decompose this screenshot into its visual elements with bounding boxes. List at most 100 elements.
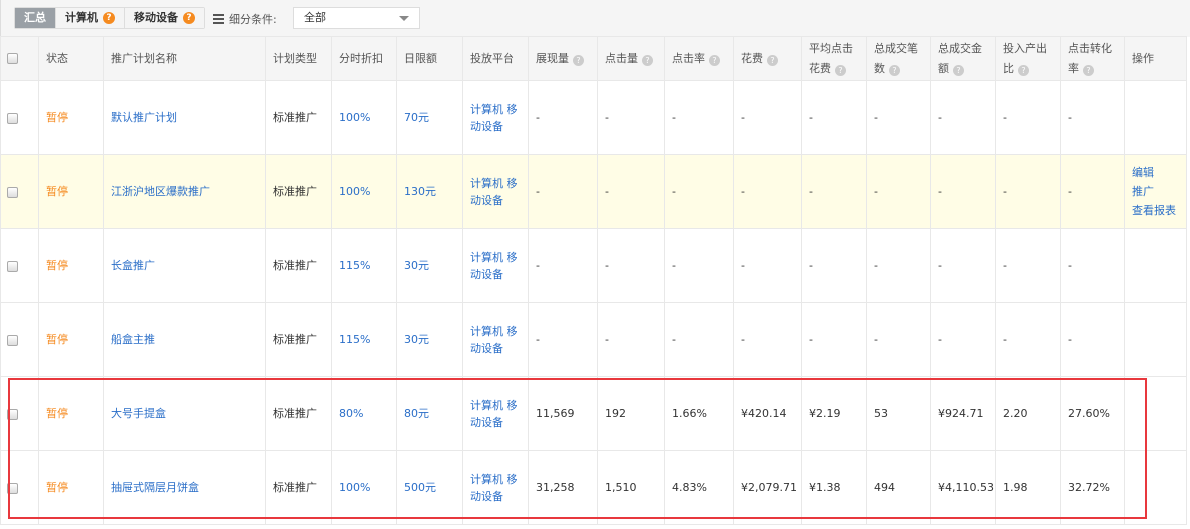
help-icon[interactable]: ? <box>573 54 584 66</box>
row-checkbox[interactable] <box>7 186 18 198</box>
help-icon[interactable]: ? <box>642 54 653 66</box>
select-all-cell <box>0 36 39 81</box>
row-checkbox-cell <box>0 376 39 451</box>
status-value[interactable]: 暂停 <box>46 111 68 124</box>
table-row[interactable]: 暂停 抽屉式隔层月饼盒 标准推广 100% 500元 计算机 移动设备 31,258 1,51… <box>0 450 1187 525</box>
cell-budget: 130元 <box>396 154 463 229</box>
cell-cpc: - <box>801 154 867 229</box>
promote-link[interactable]: 推广 <box>1132 182 1186 201</box>
column-header-type: 计划类型 <box>265 36 332 81</box>
gmv-value: ¥4,110.53 <box>938 481 994 494</box>
discount-value[interactable]: 100% <box>339 111 370 124</box>
name-value[interactable]: 抽屉式隔层月饼盒 <box>111 481 199 494</box>
filter-select-value: 全部 <box>304 11 326 24</box>
row-checkbox[interactable] <box>7 260 18 272</box>
status-value[interactable]: 暂停 <box>46 333 68 346</box>
column-header-label: 计划类型 <box>273 51 317 65</box>
budget-value[interactable]: 30元 <box>404 333 429 346</box>
view-report-link[interactable]: 查看报表 <box>1132 201 1186 220</box>
platform-value: 计算机 移动设备 <box>470 250 518 281</box>
cell-roi: - <box>995 154 1061 229</box>
discount-value[interactable]: 100% <box>339 185 370 198</box>
discount-value[interactable]: 80% <box>339 407 363 420</box>
roi-value: 2.20 <box>1003 407 1028 420</box>
type-value: 标准推广 <box>273 185 317 198</box>
column-header-orders: 总成交笔数? <box>866 36 931 81</box>
orders-value: 53 <box>874 407 888 420</box>
help-icon[interactable]: ? <box>1018 64 1029 76</box>
cell-impressions: 31,258 <box>528 450 598 525</box>
cell-discount: 100% <box>331 154 397 229</box>
cell-status: 暂停 <box>38 376 104 451</box>
tab-summary[interactable]: 汇总 <box>15 8 56 28</box>
cell-discount: 100% <box>331 450 397 525</box>
name-value[interactable]: 江浙沪地区爆款推广 <box>111 185 210 198</box>
cell-type: 标准推广 <box>265 450 332 525</box>
help-icon[interactable]: ? <box>889 64 900 76</box>
column-header-cpc: 平均点击花费? <box>801 36 867 81</box>
table-row[interactable]: 暂停 默认推广计划 标准推广 100% 70元 计算机 移动设备 - - - - - - - - - <box>0 80 1187 155</box>
tab-mobile[interactable]: 移动设备? <box>125 8 204 28</box>
budget-value[interactable]: 30元 <box>404 259 429 272</box>
name-value[interactable]: 大号手提盒 <box>111 407 166 420</box>
column-header-discount: 分时折扣 <box>331 36 397 81</box>
help-icon[interactable]: ? <box>953 64 964 76</box>
cell-cpc: ¥1.38 <box>801 450 867 525</box>
column-header-platform: 投放平台 <box>462 36 529 81</box>
discount-value[interactable]: 100% <box>339 481 370 494</box>
cell-platform: 计算机 移动设备 <box>462 228 529 303</box>
cell-roi: - <box>995 302 1061 377</box>
table-row[interactable]: 暂停 江浙沪地区爆款推广 标准推广 100% 130元 计算机 移动设备 - - - - - - - - -… <box>0 154 1187 229</box>
column-header-name: 推广计划名称 <box>103 36 266 81</box>
status-value[interactable]: 暂停 <box>46 407 68 420</box>
help-icon[interactable]: ? <box>1083 64 1094 76</box>
cell-ctr: - <box>664 302 734 377</box>
cell-budget: 80元 <box>396 376 463 451</box>
orders-value: - <box>874 111 878 124</box>
platform-value: 计算机 移动设备 <box>470 472 518 503</box>
budget-value[interactable]: 500元 <box>404 481 436 494</box>
table-row[interactable]: 暂停 船盒主推 标准推广 115% 30元 计算机 移动设备 - - - - - - - - - <box>0 302 1187 377</box>
cvr-value: - <box>1068 259 1072 272</box>
status-value[interactable]: 暂停 <box>46 481 68 494</box>
tab-computer[interactable]: 计算机? <box>56 8 125 28</box>
row-checkbox[interactable] <box>7 482 18 494</box>
cell-orders: - <box>866 228 931 303</box>
impressions-value: - <box>536 259 540 272</box>
budget-value[interactable]: 70元 <box>404 111 429 124</box>
row-checkbox[interactable] <box>7 334 18 346</box>
help-icon[interactable]: ? <box>183 12 195 24</box>
budget-value[interactable]: 130元 <box>404 185 436 198</box>
ctr-value: - <box>672 259 676 272</box>
table-row[interactable]: 暂停 大号手提盒 标准推广 80% 80元 计算机 移动设备 11,569 192 1.66% ¥… <box>0 376 1187 451</box>
row-checkbox[interactable] <box>7 408 18 420</box>
cell-ctr: - <box>664 154 734 229</box>
budget-value[interactable]: 80元 <box>404 407 429 420</box>
name-value[interactable]: 长盒推广 <box>111 259 155 272</box>
row-checkbox[interactable] <box>7 112 18 124</box>
row-checkbox-cell <box>0 302 39 377</box>
column-header-clicks: 点击量? <box>597 36 665 81</box>
help-icon[interactable]: ? <box>767 54 778 66</box>
table-row[interactable]: 暂停 长盒推广 标准推广 115% 30元 计算机 移动设备 - - - - - - - - - <box>0 228 1187 303</box>
column-header-label: 点击量 <box>605 51 638 65</box>
cell-cost: ¥420.14 <box>733 376 802 451</box>
help-icon[interactable]: ? <box>709 54 720 66</box>
platform-value: 计算机 移动设备 <box>470 398 518 429</box>
cell-ctr: 4.83% <box>664 450 734 525</box>
discount-value[interactable]: 115% <box>339 333 370 346</box>
name-value[interactable]: 船盒主推 <box>111 333 155 346</box>
select-all-checkbox[interactable] <box>7 53 18 64</box>
status-value[interactable]: 暂停 <box>46 185 68 198</box>
status-value[interactable]: 暂停 <box>46 259 68 272</box>
cell-cpc: ¥2.19 <box>801 376 867 451</box>
type-value: 标准推广 <box>273 481 317 494</box>
edit-link[interactable]: 编辑 <box>1132 163 1186 182</box>
column-header-label: 日限额 <box>404 51 437 65</box>
filter-select[interactable]: 全部 <box>293 7 420 29</box>
help-icon[interactable]: ? <box>835 64 846 76</box>
ctr-value: 1.66% <box>672 407 707 420</box>
discount-value[interactable]: 115% <box>339 259 370 272</box>
name-value[interactable]: 默认推广计划 <box>111 111 177 124</box>
help-icon[interactable]: ? <box>103 12 115 24</box>
